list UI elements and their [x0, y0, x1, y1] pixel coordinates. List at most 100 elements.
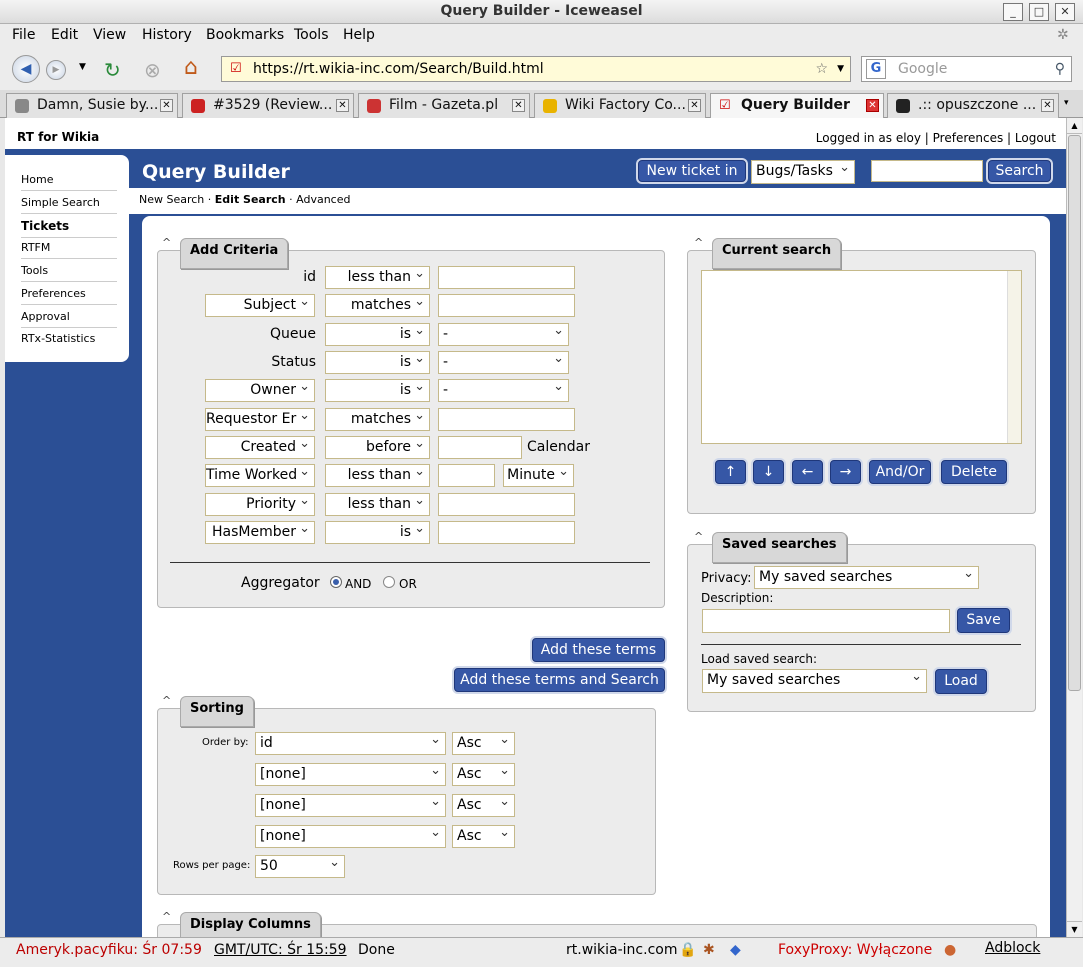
- collapse-display-icon[interactable]: ^: [162, 910, 171, 923]
- sort-field-select[interactable]: [none]: [255, 794, 446, 817]
- sidebar-item-preferences[interactable]: Preferences: [21, 287, 117, 305]
- add-terms-search-button[interactable]: Add these terms and Search: [454, 668, 665, 692]
- addon-icon[interactable]: ◆: [730, 942, 741, 958]
- menu-edit[interactable]: Edit: [51, 27, 78, 43]
- firebug-icon[interactable]: ✱: [703, 942, 715, 958]
- criteria-value-select[interactable]: -: [438, 351, 569, 374]
- sort-field-select[interactable]: [none]: [255, 825, 446, 848]
- minimize-button[interactable]: _: [1003, 3, 1023, 21]
- add-terms-button[interactable]: Add these terms: [532, 638, 665, 662]
- rows-per-page-select[interactable]: 50: [255, 855, 345, 878]
- tab-close-icon[interactable]: ✕: [336, 99, 349, 112]
- sort-direction-select[interactable]: Asc: [452, 763, 515, 786]
- tab-query-builder[interactable]: ☑ Query Builder ✕: [710, 93, 884, 119]
- sort-field-select[interactable]: [none]: [255, 763, 446, 786]
- criteria-operator-select[interactable]: matches: [325, 294, 430, 317]
- sidebar-item-rtx-statistics[interactable]: RTx-Statistics: [21, 332, 117, 349]
- delete-button[interactable]: Delete: [941, 460, 1007, 484]
- collapse-sorting-icon[interactable]: ^: [162, 694, 171, 707]
- history-dropdown-icon[interactable]: ▼: [79, 62, 86, 72]
- sidebar-item-tools[interactable]: Tools: [21, 264, 117, 282]
- privacy-select[interactable]: My saved searches: [754, 566, 979, 589]
- new-ticket-button[interactable]: New ticket in: [638, 160, 746, 182]
- criteria-operator-select[interactable]: is: [325, 323, 430, 346]
- edit-search-link[interactable]: Edit Search: [215, 193, 286, 206]
- criteria-value-input[interactable]: [438, 266, 575, 289]
- tab-opuszczone[interactable]: .:: opuszczone ... ✕: [887, 93, 1059, 118]
- or-radio[interactable]: [383, 576, 395, 588]
- tab-close-icon[interactable]: ✕: [1041, 99, 1054, 112]
- adblock-status[interactable]: Adblock: [985, 940, 1040, 956]
- load-saved-select[interactable]: My saved searches: [702, 669, 927, 693]
- web-search-input[interactable]: G Google ⚲: [861, 56, 1072, 82]
- tab-close-icon[interactable]: ✕: [160, 99, 173, 112]
- menu-bookmarks[interactable]: Bookmarks: [206, 27, 284, 43]
- tab-list-icon[interactable]: ▾: [1064, 98, 1069, 108]
- sort-direction-select[interactable]: Asc: [452, 825, 515, 848]
- search-icon[interactable]: ⚲: [1055, 57, 1065, 81]
- description-input[interactable]: [702, 609, 950, 633]
- forward-icon[interactable]: ▶: [46, 60, 66, 80]
- collapse-criteria-icon[interactable]: ^: [162, 236, 171, 249]
- criteria-operator-select[interactable]: before: [325, 436, 430, 459]
- criteria-value-select[interactable]: -: [438, 323, 569, 346]
- collapse-saved-icon[interactable]: ^: [694, 530, 703, 543]
- tab-close-icon[interactable]: ✕: [688, 99, 701, 112]
- reload-icon[interactable]: ↻: [104, 58, 130, 82]
- new-search-link[interactable]: New Search: [139, 193, 204, 206]
- save-button[interactable]: Save: [957, 608, 1010, 633]
- criteria-value-input[interactable]: [438, 294, 575, 317]
- queue-select[interactable]: Bugs/Tasks: [751, 160, 855, 184]
- menu-file[interactable]: File: [12, 27, 35, 43]
- time-unit-select[interactable]: Minute: [503, 464, 574, 487]
- criteria-operator-select[interactable]: less than: [325, 266, 430, 289]
- sidebar-item-rtfm[interactable]: RTFM: [21, 241, 117, 259]
- criteria-field-select[interactable]: Requestor Er: [205, 408, 315, 431]
- criteria-value-input[interactable]: [438, 408, 575, 431]
- and-or-button[interactable]: And/Or: [869, 460, 931, 484]
- criteria-field-select[interactable]: Time Worked: [205, 464, 315, 487]
- move-up-button[interactable]: ↑: [715, 460, 746, 484]
- menu-view[interactable]: View: [93, 27, 126, 43]
- sidebar-item-home[interactable]: Home: [21, 173, 117, 191]
- url-dropdown-icon[interactable]: ▼: [837, 57, 844, 81]
- tab-wiki-factory[interactable]: Wiki Factory Co... ✕: [534, 93, 706, 118]
- url-bar[interactable]: ☑ https://rt.wikia-inc.com/Search/Build.…: [221, 56, 851, 82]
- lock-icon[interactable]: 🔒: [679, 942, 696, 958]
- criteria-field-select[interactable]: Owner: [205, 379, 315, 402]
- header-search-button[interactable]: Search: [988, 160, 1051, 182]
- stop-icon[interactable]: ⊗: [144, 58, 168, 82]
- criteria-field-select[interactable]: Subject: [205, 294, 315, 317]
- criteria-operator-select[interactable]: is: [325, 351, 430, 374]
- page-scrollbar[interactable]: ▲ ▼: [1066, 118, 1082, 937]
- menu-history[interactable]: History: [142, 27, 192, 43]
- criteria-field-select[interactable]: Priority: [205, 493, 315, 516]
- move-left-button[interactable]: ←: [792, 460, 823, 484]
- criteria-value-input[interactable]: [438, 521, 575, 544]
- load-button[interactable]: Load: [935, 669, 987, 694]
- sort-direction-select[interactable]: Asc: [452, 794, 515, 817]
- close-button[interactable]: ✕: [1055, 3, 1075, 21]
- preferences-link[interactable]: Preferences: [933, 131, 1004, 145]
- google-icon[interactable]: G: [866, 59, 886, 79]
- collapse-current-icon[interactable]: ^: [694, 236, 703, 249]
- tab-close-icon[interactable]: ✕: [866, 99, 879, 112]
- criteria-value-input[interactable]: [438, 436, 522, 459]
- foxyproxy-status[interactable]: FoxyProxy: Wyłączone: [778, 942, 932, 958]
- menu-tools[interactable]: Tools: [294, 27, 329, 43]
- calendar-link[interactable]: Calendar: [527, 439, 590, 455]
- current-search-list[interactable]: [701, 270, 1022, 444]
- criteria-value-select[interactable]: -: [438, 379, 569, 402]
- scroll-up-icon[interactable]: ▲: [1067, 118, 1082, 134]
- and-radio[interactable]: [330, 576, 342, 588]
- criteria-operator-select[interactable]: is: [325, 521, 430, 544]
- logout-link[interactable]: Logout: [1015, 131, 1056, 145]
- sidebar-item-simple-search[interactable]: Simple Search: [21, 196, 117, 214]
- criteria-operator-select[interactable]: is: [325, 379, 430, 402]
- header-search-input[interactable]: [871, 160, 983, 182]
- foxyproxy-icon[interactable]: ●: [944, 942, 956, 958]
- sort-direction-select[interactable]: Asc: [452, 732, 515, 755]
- criteria-field-select[interactable]: Created: [205, 436, 315, 459]
- list-scrollbar[interactable]: [1007, 271, 1021, 443]
- criteria-value-input[interactable]: [438, 493, 575, 516]
